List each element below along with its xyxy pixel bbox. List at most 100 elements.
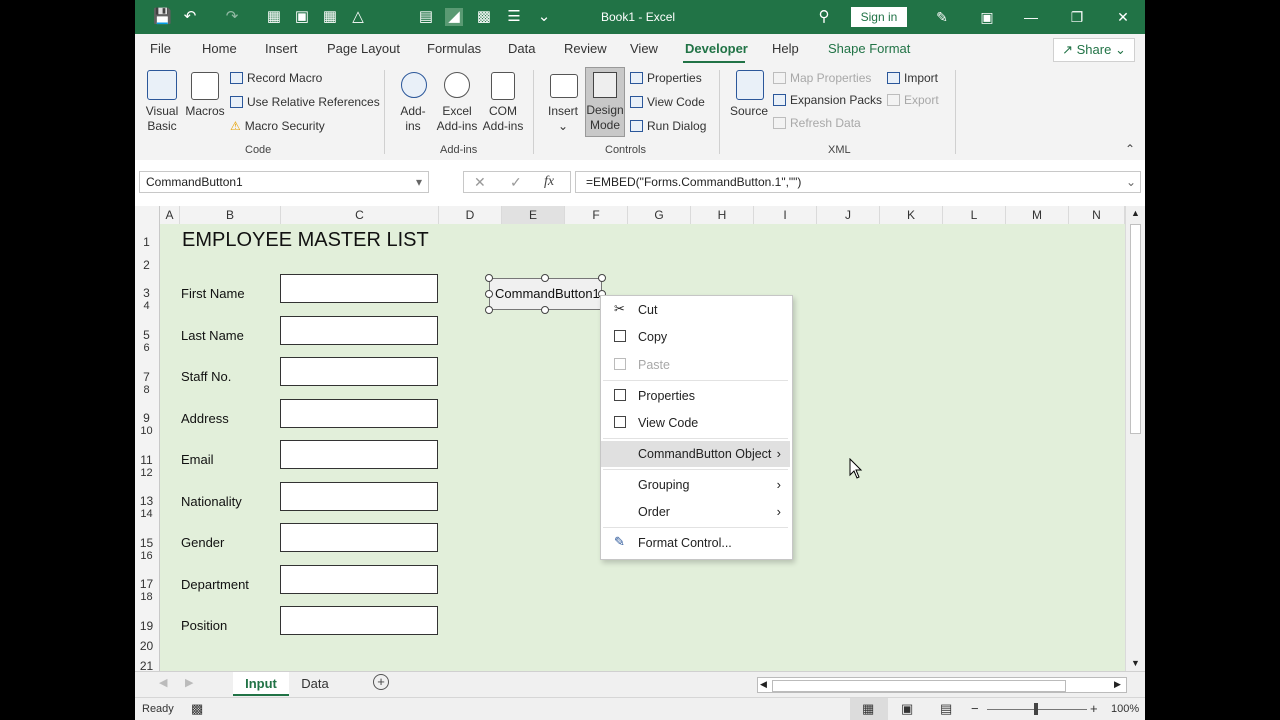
scroll-right-icon[interactable]: ▶ [1114,679,1121,690]
tab-home[interactable]: Home [202,41,237,56]
column-header[interactable]: I [754,206,817,224]
column-header[interactable]: G [628,206,691,224]
vertical-scroll-thumb[interactable] [1130,224,1141,434]
undo-icon[interactable]: ↶ [181,8,199,26]
page-break-view-icon[interactable]: ▤ [940,701,952,717]
tab-help[interactable]: Help [772,41,799,56]
row-header[interactable]: 6 [135,342,158,354]
menu-item-grouping[interactable]: Grouping › [601,472,790,498]
resize-handle[interactable] [485,306,493,314]
row-header[interactable]: 13 [135,494,158,508]
resize-handle[interactable] [598,274,606,282]
zoom-in-icon[interactable]: + [1090,701,1098,716]
name-box[interactable]: CommandButton1 ▾ [139,171,429,193]
row-header[interactable]: 5 [135,328,158,342]
row-header[interactable]: 12 [135,467,158,479]
add-ins-button[interactable]: Add-ins [393,104,433,134]
table-icon[interactable]: ▦ [321,8,339,26]
page-layout-view-icon[interactable]: ▣ [901,701,913,717]
expand-formula-icon[interactable]: ⌄ [1126,172,1136,192]
minimize-icon[interactable]: — [1021,8,1041,26]
position-box[interactable] [280,606,438,635]
select-all-corner[interactable] [135,206,160,224]
ribbon-display-icon[interactable]: ▣ [977,8,997,26]
cancel-entry-icon[interactable]: ✕ [474,174,486,191]
tab-shape-format[interactable]: Shape Format [828,41,910,56]
excel-add-ins-button[interactable]: Excel Add-ins [433,104,481,134]
accessibility-icon[interactable]: ▩ [191,701,203,717]
use-relative-references-button[interactable]: Use Relative References [230,95,380,109]
menu-item-commandbutton-object[interactable]: CommandButton Object › [601,441,790,467]
resize-handle[interactable] [541,306,549,314]
collapse-ribbon-icon[interactable]: ⌃ [1125,142,1135,156]
email-box[interactable] [280,440,438,469]
design-mode-button[interactable]: Design Mode [585,67,625,137]
menu-item-cut[interactable]: ✂ Cut [601,297,790,323]
row-header[interactable]: 3 [135,286,158,300]
gender-box[interactable] [280,523,438,552]
export-button[interactable]: Export [887,93,939,107]
tab-review[interactable]: Review [564,41,607,56]
address-box[interactable] [280,399,438,428]
redo-icon[interactable]: ↷ [223,8,241,26]
column-header[interactable]: H [691,206,754,224]
confirm-entry-icon[interactable]: ✓ [510,174,522,191]
record-macro-button[interactable]: Record Macro [230,71,322,85]
column-header[interactable]: B [180,206,281,224]
column-header[interactable]: L [943,206,1006,224]
row-header[interactable]: 16 [135,550,158,562]
menu-item-view-code[interactable]: View Code [601,410,790,436]
scroll-left-icon[interactable]: ◀ [760,679,767,690]
macro-security-button[interactable]: ⚠ Macro Security [230,119,325,133]
close-icon[interactable]: ✕ [1113,8,1133,26]
staff-no-box[interactable] [280,357,438,386]
row-header[interactable]: 17 [135,577,158,591]
sign-in-button[interactable]: Sign in [851,7,907,27]
view-code-button[interactable]: View Code [630,95,705,109]
nationality-box[interactable] [280,482,438,511]
add-sheet-icon[interactable]: + [373,674,389,690]
properties-qa-icon[interactable]: ▩ [475,8,493,26]
row-header[interactable]: 1 [135,235,158,249]
vertical-scrollbar[interactable]: ▲ ▼ [1125,206,1145,671]
tab-page-layout[interactable]: Page Layout [327,41,400,56]
design-mode-qa-icon[interactable]: ◢ [445,8,463,26]
column-header[interactable]: K [880,206,943,224]
map-properties-button[interactable]: Map Properties [773,71,871,85]
column-header[interactable]: J [817,206,880,224]
hierarchy-icon[interactable]: ☰ [505,8,523,26]
com-add-ins-button[interactable]: COM Add-ins [481,104,525,134]
column-header[interactable]: F [565,206,628,224]
row-header[interactable]: 8 [135,384,158,396]
tab-view[interactable]: View [630,41,658,56]
column-header[interactable]: A [160,206,180,224]
horizontal-scrollbar[interactable]: ◀ ▶ [757,677,1127,693]
resize-handle[interactable] [541,274,549,282]
pen-icon[interactable]: ✎ [932,8,952,26]
resize-handle[interactable] [485,290,493,298]
insert-function-icon[interactable]: fx [544,174,554,190]
expansion-packs-button[interactable]: Expansion Packs [773,93,882,107]
run-dialog-button[interactable]: Run Dialog [630,119,706,133]
last-name-box[interactable] [280,316,438,345]
row-header[interactable]: 14 [135,508,158,520]
customize-qa-icon[interactable]: ⌄ [535,8,553,26]
search-icon[interactable]: ⚲ [815,8,833,26]
first-name-box[interactable] [280,274,438,303]
column-header[interactable]: M [1006,206,1069,224]
import-button[interactable]: Import [887,71,938,85]
chart-icon[interactable]: ▤ [417,8,435,26]
refresh-data-button[interactable]: Refresh Data [773,116,861,130]
tab-developer[interactable]: Developer [685,41,748,56]
normal-view-icon[interactable]: ▦ [862,701,874,717]
save-icon[interactable]: 💾 [153,8,172,26]
zoom-slider-thumb[interactable] [1034,703,1038,715]
menu-item-format-control[interactable]: ✎ Format Control... [601,530,790,556]
menu-item-copy[interactable]: Copy [601,324,790,350]
tab-data[interactable]: Data [508,41,535,56]
resize-handle[interactable] [485,274,493,282]
zoom-object-icon[interactable]: ▣ [293,8,311,26]
prev-sheet-icon[interactable]: ◀ [159,676,167,689]
row-header[interactable]: 9 [135,411,158,425]
tab-insert[interactable]: Insert [265,41,298,56]
